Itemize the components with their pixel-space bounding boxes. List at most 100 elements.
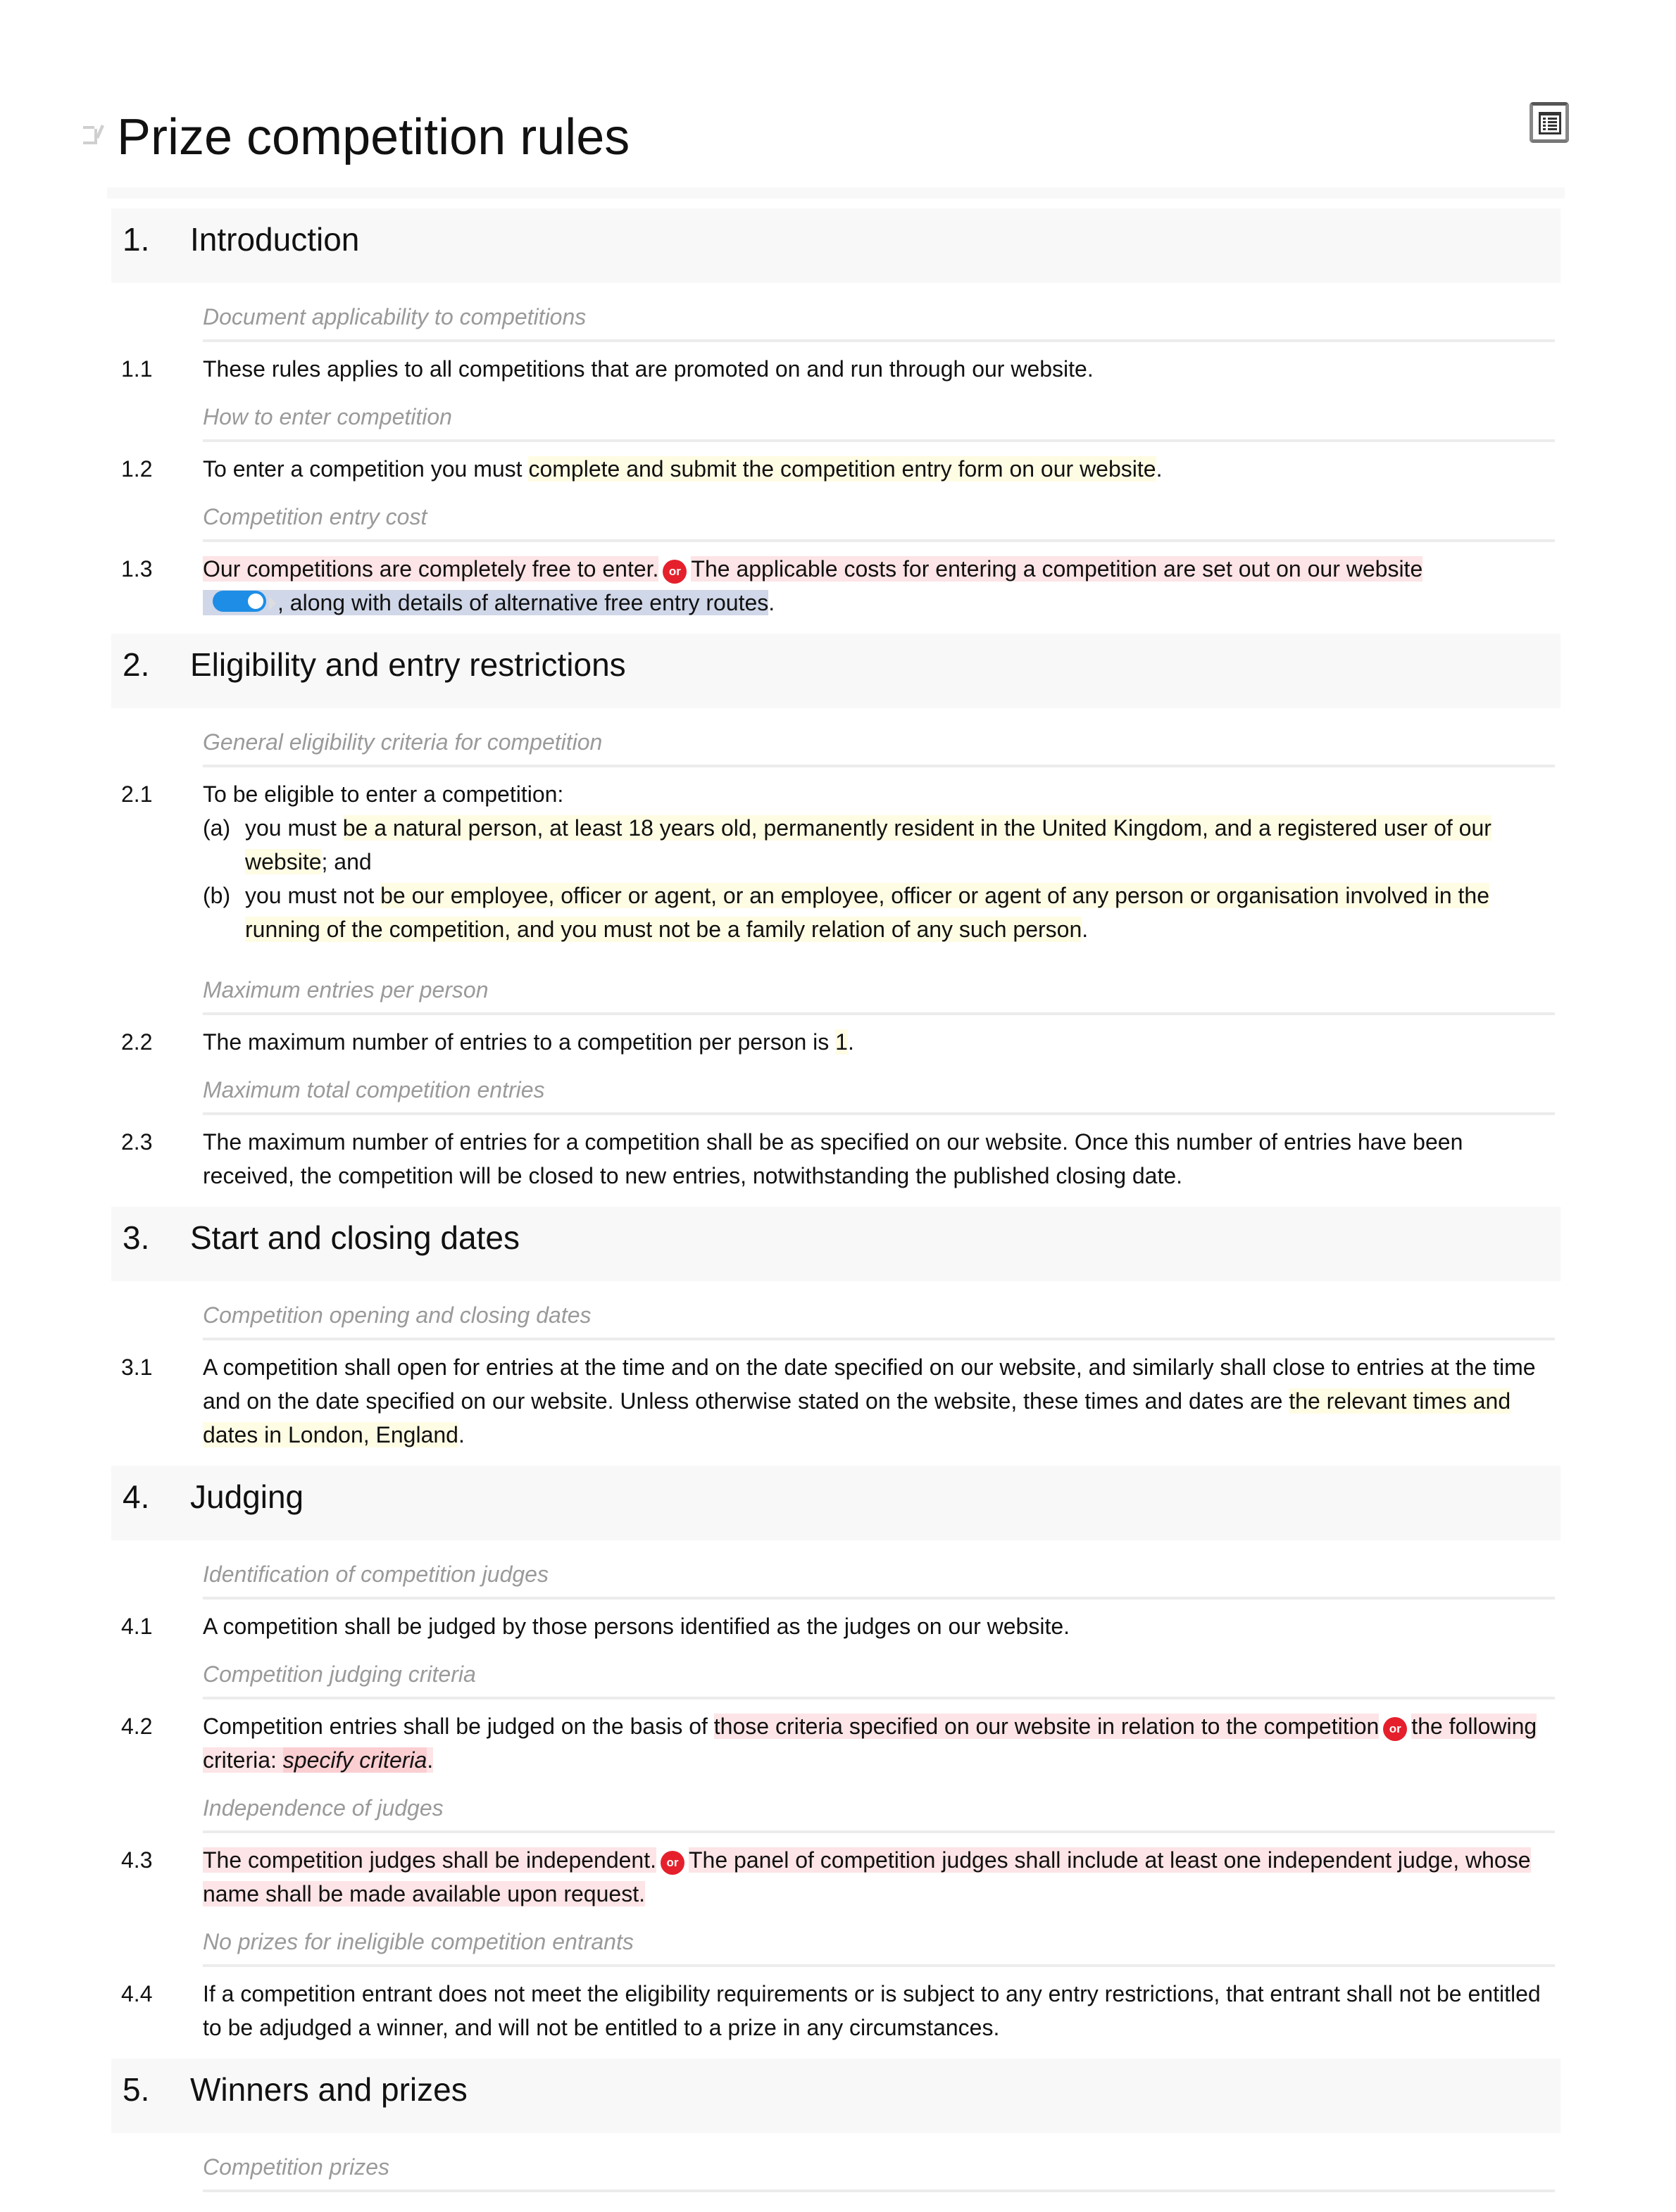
clause-text: The maximum number of entries to a compe…	[203, 1025, 1555, 1059]
toggle-arrow-icon	[269, 596, 276, 610]
clause-number: 4.4	[121, 1981, 153, 2006]
clause-number: 4.3	[121, 1847, 153, 1873]
clause-text-fixed: To enter a competition you must	[203, 456, 529, 482]
clause-text: The competition judges shall be independ…	[203, 1843, 1555, 1911]
document-title: Prize competition rules	[117, 109, 630, 165]
document-body: 1. Introduction Document applicability t…	[111, 208, 1561, 2192]
section-number: 5.	[123, 2071, 150, 2108]
sub-item: (a) you must be a natural person, at lea…	[203, 811, 1555, 879]
clause: 2.2 The maximum number of entries to a c…	[111, 1025, 1555, 1059]
editable-variable[interactable]: be a natural person, at least 18 years o…	[245, 815, 1491, 874]
clause-text-fixed: ; and	[321, 849, 372, 874]
section-title: Judging	[190, 1478, 304, 1515]
section-number: 1.	[123, 221, 150, 258]
clause-text: To be eligible to enter a competition:	[203, 781, 564, 807]
sub-item-letter: (b)	[203, 883, 231, 908]
placeholder-field[interactable]: specify criteria	[282, 1747, 427, 1773]
clause: 1.1 These rules applies to all competiti…	[111, 352, 1555, 386]
option-a[interactable]: those criteria specified on our website …	[713, 1714, 1380, 1739]
clause-number: 1.3	[121, 556, 153, 582]
clause-text-fixed: Competition entries shall be judged on t…	[203, 1714, 714, 1739]
section-heading[interactable]: 1. Introduction	[111, 208, 1561, 283]
clause: 3.1 A competition shall open for entries…	[111, 1350, 1555, 1452]
clause-text: Our competitions are completely free to …	[203, 552, 1555, 620]
sub-item-list: (a) you must be a natural person, at lea…	[203, 811, 1555, 946]
section-number: 4.	[123, 1478, 150, 1515]
clause-subheading: Document applicability to competitions	[203, 300, 1555, 342]
section-heading[interactable]: 3. Start and closing dates	[111, 1207, 1561, 1281]
clause: 1.2 To enter a competition you must comp…	[111, 452, 1555, 486]
clause-text-fixed: .	[1156, 456, 1163, 482]
toggle-knob	[248, 593, 263, 609]
clause-number: 2.3	[121, 1129, 153, 1155]
option-a[interactable]: The competition judges shall be independ…	[203, 1847, 656, 1873]
sub-item: (b) you must not be our employee, office…	[203, 879, 1555, 946]
clause-text: A competition shall be judged by those p…	[203, 1614, 1070, 1639]
editable-variable[interactable]: be our employee, officer or agent, or an…	[245, 883, 1489, 942]
section-heading[interactable]: 5. Winners and prizes	[111, 2059, 1561, 2133]
clause-subheading: General eligibility criteria for competi…	[203, 725, 1555, 767]
clause-text-fixed: .	[768, 590, 775, 615]
clause-text-fixed: .	[847, 1029, 854, 1055]
clause-number: 3.1	[121, 1355, 153, 1380]
or-badge[interactable]: or	[661, 1851, 684, 1875]
or-badge[interactable]: or	[663, 560, 687, 584]
clause: 4.3 The competition judges shall be inde…	[111, 1843, 1555, 1911]
clause: 2.1 To be eligible to enter a competitio…	[111, 777, 1555, 946]
clause-text: A competition shall open for entries at …	[203, 1350, 1555, 1452]
editable-variable[interactable]: 1	[835, 1029, 848, 1055]
clause: 1.3 Our competitions are completely free…	[111, 552, 1555, 620]
option-a[interactable]: Our competitions are completely free to …	[203, 556, 659, 582]
optional-text-toggle[interactable]	[213, 591, 266, 612]
optional-text-content: , along with details of alternative free…	[277, 590, 769, 615]
clause: 2.3 The maximum number of entries for a …	[111, 1125, 1555, 1193]
clause-subheading: How to enter competition	[203, 400, 1555, 442]
clause-number: 1.1	[121, 356, 153, 382]
section-number: 3.	[123, 1219, 150, 1256]
clause-text: These rules applies to all competitions …	[203, 356, 1094, 382]
clause-subheading: Competition entry cost	[203, 500, 1555, 542]
optional-text: , along with details of alternative free…	[203, 590, 769, 615]
clause-text-fixed: you must not	[245, 883, 381, 908]
section-title: Eligibility and entry restrictions	[190, 646, 626, 683]
clause-subheading: Maximum total competition entries	[203, 1073, 1555, 1115]
clause-text-fixed: .	[458, 1422, 465, 1447]
title-divider	[107, 187, 1565, 199]
clause-text-fixed: .	[1082, 917, 1089, 942]
section-title: Introduction	[190, 221, 360, 258]
section-number: 2.	[123, 646, 150, 683]
clause-text: Competition entries shall be judged on t…	[203, 1709, 1555, 1777]
clause-text-fixed: you must	[245, 815, 343, 841]
clause-subheading: Identification of competition judges	[203, 1557, 1555, 1600]
clause-number: 4.1	[121, 1614, 153, 1639]
sub-item-letter: (a)	[203, 815, 231, 841]
clause-subheading: Competition judging criteria	[203, 1657, 1555, 1699]
table-of-contents-button[interactable]	[1530, 102, 1569, 143]
clause-subheading: Competition opening and closing dates	[203, 1298, 1555, 1340]
clause-number: 1.2	[121, 456, 153, 482]
clause-number: 2.2	[121, 1029, 153, 1055]
clause-text: To enter a competition you must complete…	[203, 452, 1555, 486]
clause-subheading: Maximum entries per person	[203, 973, 1555, 1015]
pencil-edit-icon[interactable]	[82, 122, 106, 146]
section-heading[interactable]: 2. Eligibility and entry restrictions	[111, 634, 1561, 708]
clause: 4.2 Competition entries shall be judged …	[111, 1709, 1555, 1777]
section-title: Winners and prizes	[190, 2071, 468, 2108]
section-title: Start and closing dates	[190, 1219, 520, 1256]
clause-number: 4.2	[121, 1714, 153, 1739]
clause-subheading: Competition prizes	[203, 2150, 1555, 2192]
clause-text: If a competition entrant does not meet t…	[203, 1981, 1541, 2040]
clause-subheading: Independence of judges	[203, 1791, 1555, 1833]
clause-text: The maximum number of entries for a comp…	[203, 1129, 1463, 1188]
clause-text-fixed: .	[427, 1747, 434, 1773]
document-header: Prize competition rules	[77, 102, 1569, 172]
editable-variable[interactable]: complete and submit the competition entr…	[528, 456, 1156, 482]
or-badge[interactable]: or	[1383, 1717, 1408, 1741]
section-heading[interactable]: 4. Judging	[111, 1466, 1561, 1540]
table-of-contents-icon	[1539, 112, 1561, 134]
clause: 4.1 A competition shall be judged by tho…	[111, 1609, 1555, 1643]
option-b[interactable]: The applicable costs for entering a comp…	[691, 556, 1423, 582]
clause-subheading: No prizes for ineligible competition ent…	[203, 1925, 1555, 1967]
clause-number: 2.1	[121, 781, 153, 807]
